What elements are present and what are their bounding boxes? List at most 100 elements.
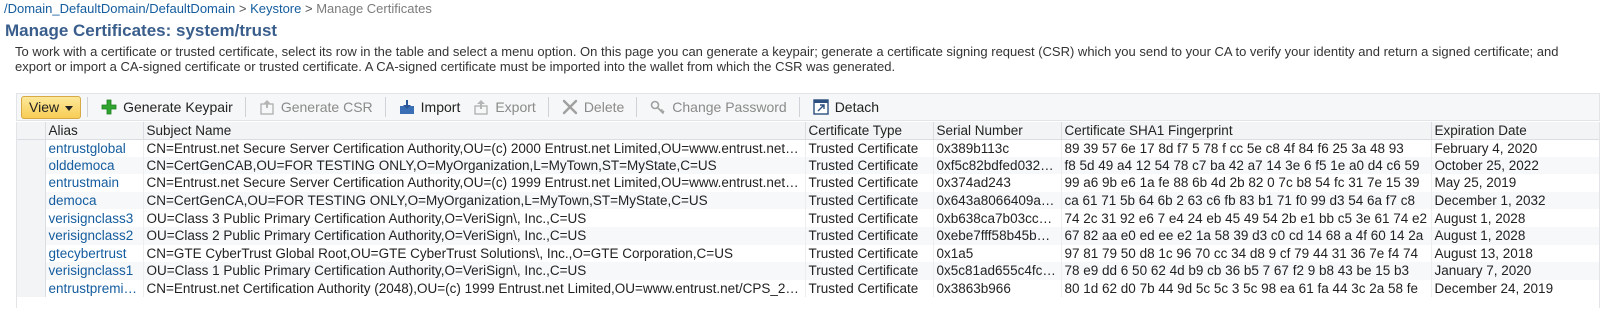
chevron-down-icon <box>65 105 74 111</box>
view-menu-button[interactable]: View <box>21 95 82 119</box>
certificate-type-cell: Trusted Certificate <box>805 139 934 157</box>
certificates-table: Alias Subject Name Certificate Type Seri… <box>16 122 1600 308</box>
subject-name-cell: OU=Class 3 Public Primary Certification … <box>143 209 806 227</box>
table-row[interactable]: entrustpremium CN=Entrust.net Certificat… <box>17 279 1599 298</box>
page-title: Manage Certificates: system/trust <box>5 21 278 40</box>
row-selector[interactable] <box>17 279 46 298</box>
breadcrumb-separator: > <box>301 1 317 16</box>
alias-cell[interactable]: entrustmain <box>45 174 144 192</box>
import-icon <box>398 98 416 116</box>
column-header-certificate-type[interactable]: Certificate Type <box>805 122 934 140</box>
view-menu-label: View <box>29 99 60 115</box>
serial-number-cell: 0x374ad243 <box>933 174 1062 192</box>
table-row[interactable]: olddemoca CN=CertGenCAB,OU=FOR TESTING O… <box>17 156 1599 175</box>
sha1-fingerprint-cell: 97 81 79 50 d8 1c 96 70 cc 34 d8 9 cf 79… <box>1061 244 1432 263</box>
import-button[interactable]: Import <box>392 95 467 119</box>
export-icon <box>472 98 490 116</box>
alias-cell[interactable]: verisignclass1 <box>45 262 144 280</box>
table-row[interactable]: verisignclass1 OU=Class 1 Public Primary… <box>17 262 1599 280</box>
serial-number-cell: 0x1a5 <box>933 244 1062 263</box>
breadcrumb-keystore-link[interactable]: Keystore <box>250 1 301 16</box>
subject-name-cell: CN=Entrust.net Secure Server Certificati… <box>143 139 806 157</box>
subject-name-cell: CN=GTE CyberTrust Global Root,OU=GTE Cyb… <box>143 244 806 263</box>
row-selector[interactable] <box>17 262 46 280</box>
row-selector[interactable] <box>17 191 46 210</box>
detach-label: Detach <box>834 99 880 115</box>
alias-cell[interactable]: verisignclass2 <box>45 226 144 245</box>
sha1-fingerprint-cell: 78 e9 dd 6 50 62 4d b9 cb 36 b5 7 67 f2 … <box>1061 262 1432 280</box>
column-header-expiration-date[interactable]: Expiration Date <box>1431 122 1599 140</box>
alias-cell[interactable]: olddemoca <box>45 156 144 175</box>
alias-cell[interactable]: gtecybertrust <box>45 244 144 263</box>
row-selector[interactable] <box>17 244 46 263</box>
expiration-date-cell: August 1, 2028 <box>1431 209 1599 227</box>
sha1-fingerprint-cell: 74 2c 31 92 e6 7 e4 24 eb 45 49 54 2b e1… <box>1061 209 1432 227</box>
row-selector[interactable] <box>17 139 46 157</box>
serial-number-cell: 0x643a8066409af… <box>933 191 1062 210</box>
certificate-type-cell: Trusted Certificate <box>805 226 934 245</box>
row-selector[interactable] <box>17 209 46 227</box>
page-instructions: To work with a certificate or trusted ce… <box>15 44 1559 74</box>
subject-name-cell: CN=CertGenCAB,OU=FOR TESTING ONLY,O=MyOr… <box>143 156 806 175</box>
detach-button[interactable]: Detach <box>806 95 885 119</box>
certificate-type-cell: Trusted Certificate <box>805 191 934 210</box>
subject-name-cell: CN=Entrust.net Secure Server Certificati… <box>143 174 806 192</box>
subject-name-cell: CN=CertGenCA,OU=FOR TESTING ONLY,O=MyOrg… <box>143 191 806 210</box>
row-selector[interactable] <box>17 156 46 175</box>
certificate-type-cell: Trusted Certificate <box>805 244 934 263</box>
toolbar-separator <box>636 97 638 117</box>
serial-number-cell: 0xebe7fff58b45be0b <box>933 226 1062 245</box>
subject-name-cell: CN=Entrust.net Certification Authority (… <box>143 279 806 298</box>
table-row[interactable]: democa CN=CertGenCA,OU=FOR TESTING ONLY,… <box>17 191 1599 210</box>
table-header-row: Alias Subject Name Certificate Type Seri… <box>17 122 1599 140</box>
alias-cell[interactable]: entrustpremium <box>45 279 144 298</box>
keys-icon <box>649 98 667 116</box>
toolbar-separator <box>384 97 386 117</box>
export-button[interactable]: Export <box>466 95 541 119</box>
generate-keypair-button[interactable]: Generate Keypair <box>94 95 239 119</box>
table-row[interactable]: entrustmain CN=Entrust.net Secure Server… <box>17 174 1599 192</box>
column-header-subject-name[interactable]: Subject Name <box>143 122 806 140</box>
sha1-fingerprint-cell: 89 39 57 6e 17 8d f7 5 78 f cc 5e c8 4f … <box>1061 139 1432 157</box>
csr-icon <box>258 98 276 116</box>
alias-cell[interactable]: entrustglobal <box>45 139 144 157</box>
sha1-fingerprint-cell: f8 5d 49 a4 12 54 78 c7 ba 42 a7 14 3e 6… <box>1061 156 1432 175</box>
sha1-fingerprint-cell: ca 61 71 5b 64 6b 2 63 c6 fb 83 b1 71 f0… <box>1061 191 1432 210</box>
breadcrumb-separator: > <box>235 1 251 16</box>
alias-cell[interactable]: democa <box>45 191 144 210</box>
table-row[interactable]: entrustglobal CN=Entrust.net Secure Serv… <box>17 139 1599 157</box>
table-row[interactable]: verisignclass3 OU=Class 3 Public Primary… <box>17 209 1599 227</box>
certificate-type-cell: Trusted Certificate <box>805 279 934 298</box>
alias-cell[interactable]: verisignclass3 <box>45 209 144 227</box>
table-row[interactable]: verisignclass2 OU=Class 2 Public Primary… <box>17 226 1599 245</box>
generate-keypair-label: Generate Keypair <box>123 99 233 115</box>
change-password-label: Change Password <box>672 99 787 115</box>
serial-number-cell: 0x3863b966 <box>933 279 1062 298</box>
toolbar-separator <box>547 97 549 117</box>
delete-x-icon <box>561 98 579 116</box>
detach-icon <box>812 98 830 116</box>
certificate-type-cell: Trusted Certificate <box>805 174 934 192</box>
expiration-date-cell: December 1, 2032 <box>1431 191 1599 210</box>
generate-csr-button[interactable]: Generate CSR <box>252 95 379 119</box>
change-password-button[interactable]: Change Password <box>643 95 792 119</box>
delete-label: Delete <box>583 99 625 115</box>
certificates-toolbar: View Generate Keypair Generate CSR Impor… <box>16 93 1600 121</box>
column-header-alias[interactable]: Alias <box>45 122 144 140</box>
serial-number-cell: 0x5c81ad655c4fc… <box>933 262 1062 280</box>
certificate-type-cell: Trusted Certificate <box>805 209 934 227</box>
sha1-fingerprint-cell: 67 82 aa e0 ed ee e2 1a 58 39 d3 c0 cd 1… <box>1061 226 1432 245</box>
column-header-sha1-fingerprint[interactable]: Certificate SHA1 Fingerprint <box>1061 122 1432 140</box>
toolbar-separator <box>798 97 800 117</box>
table-row[interactable]: gtecybertrust CN=GTE CyberTrust Global R… <box>17 244 1599 263</box>
row-selector[interactable] <box>17 174 46 192</box>
expiration-date-cell: August 13, 2018 <box>1431 244 1599 263</box>
column-header-serial-number[interactable]: Serial Number <box>933 122 1062 140</box>
expiration-date-cell: December 24, 2019 <box>1431 279 1599 298</box>
delete-button[interactable]: Delete <box>555 95 630 119</box>
row-selector[interactable] <box>17 226 46 245</box>
expiration-date-cell: May 25, 2019 <box>1431 174 1599 192</box>
row-selector-header <box>17 122 46 140</box>
sha1-fingerprint-cell: 99 a6 9b e6 1a fe 88 6b 4d 2b 82 0 7c b8… <box>1061 174 1432 192</box>
breadcrumb-domain-link[interactable]: /Domain_DefaultDomain/DefaultDomain <box>4 1 235 16</box>
